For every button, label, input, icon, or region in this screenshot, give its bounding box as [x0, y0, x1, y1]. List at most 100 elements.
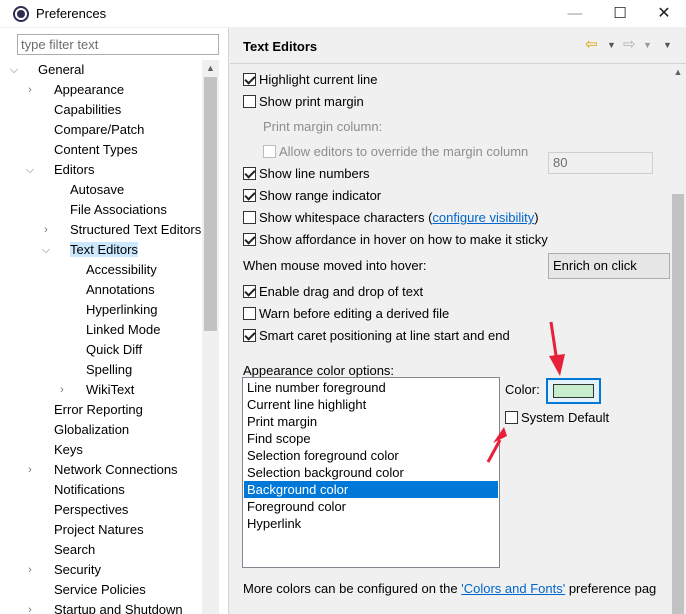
- maximize-button[interactable]: ☐: [598, 2, 642, 26]
- forward-history-chevron-icon[interactable]: ▼: [643, 36, 652, 54]
- view-menu-icon[interactable]: ▼: [663, 36, 672, 54]
- tree-item-label: Annotations: [86, 282, 155, 297]
- tree-collapsed-chevron-icon[interactable]: ›: [40, 220, 52, 240]
- tree-item[interactable]: Search: [38, 540, 95, 560]
- colors-and-fonts-link[interactable]: 'Colors and Fonts': [461, 581, 565, 596]
- allow-override-margin-option[interactable]: Allow editors to override the margin col…: [263, 142, 528, 162]
- show-print-margin-option[interactable]: Show print margin: [243, 92, 364, 112]
- tree-item[interactable]: Annotations: [70, 280, 155, 300]
- tree-collapsed-chevron-icon[interactable]: ›: [24, 600, 36, 614]
- show-line-numbers-checkbox[interactable]: [243, 167, 256, 180]
- filter-input[interactable]: [17, 34, 219, 55]
- tree-item-label: Appearance: [54, 82, 125, 97]
- show-print-margin-checkbox[interactable]: [243, 95, 256, 108]
- highlight-current-line-checkbox[interactable]: [243, 73, 256, 86]
- page-scrollbar[interactable]: ▲: [670, 64, 686, 614]
- color-list-item[interactable]: Find scope: [244, 430, 498, 447]
- hover-mouse-dropdown[interactable]: Enrich on click: [548, 253, 670, 279]
- allow-override-margin-checkbox[interactable]: [263, 145, 276, 158]
- tree-item[interactable]: ⌵ Editors: [26, 160, 95, 180]
- drag-drop-checkbox[interactable]: [243, 285, 256, 298]
- color-picker-button[interactable]: [546, 378, 601, 404]
- color-list-item[interactable]: Current line highlight: [244, 396, 498, 413]
- show-whitespace-checkbox[interactable]: [243, 211, 256, 224]
- show-range-indicator-option[interactable]: Show range indicator: [243, 186, 381, 206]
- tree-item[interactable]: Notifications: [38, 480, 125, 500]
- tree-item[interactable]: › WikiText: [60, 380, 134, 400]
- smart-caret-option[interactable]: Smart caret positioning at line start an…: [243, 326, 510, 346]
- tree-item[interactable]: ⌵ Text Editors: [42, 240, 138, 260]
- show-affordance-checkbox[interactable]: [243, 233, 256, 246]
- show-line-numbers-option[interactable]: Show line numbers: [243, 164, 370, 184]
- show-affordance-option[interactable]: Show affordance in hover on how to make …: [243, 230, 548, 250]
- page-scroll-thumb[interactable]: [672, 194, 684, 614]
- tree-item[interactable]: › Startup and Shutdown: [28, 600, 183, 614]
- forward-arrow-icon[interactable]: ⇨: [623, 36, 636, 54]
- tree-item[interactable]: Accessibility: [70, 260, 157, 280]
- tree-expanded-chevron-icon[interactable]: ⌵: [24, 160, 36, 180]
- configure-visibility-link[interactable]: configure visibility: [432, 210, 534, 225]
- print-margin-column-field[interactable]: 80: [548, 152, 653, 174]
- color-list-item[interactable]: Background color: [244, 481, 498, 498]
- tree-collapsed-chevron-icon[interactable]: ›: [24, 560, 36, 580]
- tree-item[interactable]: Error Reporting: [38, 400, 143, 420]
- tree-item[interactable]: › Network Connections: [28, 460, 177, 480]
- tree-item[interactable]: File Associations: [54, 200, 167, 220]
- tree-item-label: Linked Mode: [86, 322, 161, 337]
- tree-scrollbar[interactable]: ▲: [202, 60, 219, 614]
- back-history-chevron-icon[interactable]: ▼: [607, 36, 616, 54]
- tree-item[interactable]: › Appearance: [28, 80, 125, 100]
- window-title: Preferences: [36, 6, 107, 21]
- preferences-tree-pane: ⌵General›AppearanceCapabilitiesCompare/P…: [0, 28, 229, 614]
- appearance-color-list[interactable]: Line number foreground Current line highl…: [242, 377, 500, 568]
- color-list-item[interactable]: Line number foreground: [244, 379, 498, 396]
- tree-item[interactable]: Compare/Patch: [38, 120, 144, 140]
- color-list-item[interactable]: Print margin: [244, 413, 498, 430]
- show-affordance-label: Show affordance in hover on how to make …: [259, 232, 548, 247]
- tree-item[interactable]: Autosave: [54, 180, 124, 200]
- tree-collapsed-chevron-icon[interactable]: ›: [24, 460, 36, 480]
- tree-expanded-chevron-icon[interactable]: ⌵: [8, 60, 20, 80]
- color-list-item[interactable]: Selection foreground color: [244, 447, 498, 464]
- close-button[interactable]: ✕: [642, 2, 686, 26]
- tree-item[interactable]: Spelling: [70, 360, 132, 380]
- tree-item[interactable]: Keys: [38, 440, 83, 460]
- tree-item[interactable]: Quick Diff: [70, 340, 142, 360]
- tree-collapsed-chevron-icon[interactable]: ›: [24, 80, 36, 100]
- back-arrow-icon[interactable]: ⇦: [585, 36, 598, 54]
- drag-drop-option[interactable]: Enable drag and drop of text: [243, 282, 423, 302]
- tree-item[interactable]: Perspectives: [38, 500, 128, 520]
- tree-item[interactable]: Linked Mode: [70, 320, 160, 340]
- tree-item[interactable]: › Security: [28, 560, 101, 580]
- tree-item[interactable]: Capabilities: [38, 100, 121, 120]
- system-default-option[interactable]: System Default: [505, 408, 609, 428]
- tree-item[interactable]: ⌵ General: [10, 60, 84, 80]
- tree-item[interactable]: Project Natures: [38, 520, 144, 540]
- tree-item[interactable]: › Structured Text Editors: [44, 220, 201, 240]
- scroll-up-arrow-icon[interactable]: ▲: [670, 64, 686, 80]
- tree-item[interactable]: Service Policies: [38, 580, 146, 600]
- show-whitespace-suffix: ): [534, 210, 539, 225]
- color-list-item[interactable]: Selection background color: [244, 464, 498, 481]
- highlight-current-line-option[interactable]: Highlight current line: [243, 70, 378, 90]
- scroll-up-arrow-icon[interactable]: ▲: [202, 60, 219, 76]
- show-whitespace-label: Show whitespace characters (: [259, 210, 433, 225]
- tree-item[interactable]: Content Types: [38, 140, 138, 160]
- color-swatch: [553, 384, 594, 398]
- tree-collapsed-chevron-icon[interactable]: ›: [56, 380, 68, 400]
- warn-derived-checkbox[interactable]: [243, 307, 256, 320]
- show-range-indicator-checkbox[interactable]: [243, 189, 256, 202]
- warn-derived-option[interactable]: Warn before editing a derived file: [243, 304, 449, 324]
- smart-caret-checkbox[interactable]: [243, 329, 256, 342]
- tree-item-label: Content Types: [54, 142, 138, 157]
- tree-item[interactable]: Hyperlinking: [70, 300, 158, 320]
- color-list-item[interactable]: Hyperlink: [244, 515, 498, 532]
- minimize-button[interactable]: —: [553, 2, 597, 26]
- tree-item-label: Service Policies: [54, 582, 146, 597]
- tree-expanded-chevron-icon[interactable]: ⌵: [40, 240, 52, 260]
- tree-item[interactable]: Globalization: [38, 420, 129, 440]
- system-default-checkbox[interactable]: [505, 411, 518, 424]
- color-list-item[interactable]: Foreground color: [244, 498, 498, 515]
- tree-scroll-thumb[interactable]: [204, 77, 217, 331]
- show-whitespace-option[interactable]: Show whitespace characters (configure vi…: [243, 208, 539, 228]
